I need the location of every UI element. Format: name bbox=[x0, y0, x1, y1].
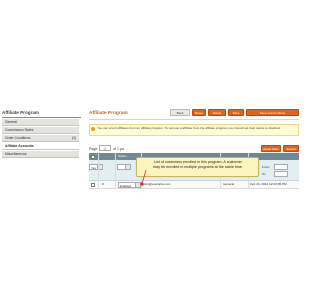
column-divider bbox=[98, 153, 99, 188]
page-number-input[interactable]: 1 bbox=[99, 145, 111, 151]
row-status-value: Enabled bbox=[120, 183, 132, 188]
row-date: Feb 24, 2014 12:23:05 PM bbox=[250, 182, 287, 186]
notice-icon bbox=[91, 127, 95, 131]
callout-text: List of customers enrolled in this progr… bbox=[139, 160, 257, 170]
save-button-label: Save bbox=[232, 111, 240, 115]
date-to-label: To: bbox=[262, 172, 267, 176]
save-and-continue-button[interactable]: Save and Continue bbox=[246, 109, 299, 116]
sidebar-item-order-conditions[interactable]: Order Conditions (1) bbox=[2, 135, 79, 142]
back-button-label: Back bbox=[176, 111, 184, 115]
delete-button[interactable]: Delete bbox=[208, 109, 226, 116]
reset-button[interactable]: Reset bbox=[192, 109, 206, 116]
row-id: 8 bbox=[102, 182, 104, 186]
row-group: General bbox=[223, 182, 235, 186]
select-all-checkbox[interactable] bbox=[91, 154, 95, 159]
date-from-label: From: bbox=[262, 165, 271, 169]
sidebar-title: Affiliate Program bbox=[2, 110, 40, 115]
callout-line: List of customers enrolled in this progr… bbox=[154, 159, 242, 164]
column-header-status[interactable]: Status bbox=[118, 153, 127, 160]
reset-filter-label: Reset Filter bbox=[263, 147, 279, 151]
header-divider bbox=[89, 119, 299, 120]
back-button[interactable]: Back bbox=[170, 109, 190, 116]
sidebar-item-label: General bbox=[5, 120, 18, 124]
notice-text: You can enroll affiliates from an affili… bbox=[97, 125, 281, 130]
date-from-input[interactable] bbox=[274, 164, 288, 170]
sidebar-item-label: Affiliate Accounts bbox=[5, 144, 34, 148]
status-filter-select[interactable] bbox=[117, 164, 131, 170]
sidebar-item-general[interactable]: General bbox=[2, 119, 79, 126]
delete-button-label: Delete bbox=[212, 111, 222, 115]
search-label: Search bbox=[286, 147, 296, 151]
sidebar-item-label: Order Conditions bbox=[5, 136, 31, 140]
pager-label: Page bbox=[89, 147, 98, 151]
sidebar-divider bbox=[2, 117, 81, 118]
callout-arrow-icon bbox=[140, 170, 147, 186]
chevron-down-icon bbox=[125, 165, 130, 169]
date-to-input[interactable] bbox=[274, 171, 288, 177]
row-checkbox[interactable] bbox=[91, 182, 95, 187]
filter-select-value: Yes bbox=[91, 166, 96, 170]
column-divider bbox=[115, 153, 116, 188]
reset-button-label: Reset bbox=[195, 111, 203, 115]
search-button[interactable]: Search bbox=[283, 145, 299, 152]
sidebar-item-commission-rates[interactable]: Commission Rates bbox=[2, 127, 79, 134]
sidebar-item-miscellaneous[interactable]: Miscellaneous bbox=[2, 151, 79, 158]
save-button[interactable]: Save bbox=[228, 109, 244, 116]
sidebar-item-count: (1) bbox=[71, 136, 76, 140]
save-and-continue-label: Save and Continue bbox=[259, 111, 286, 115]
sidebar-item-label: Miscellaneous bbox=[5, 152, 27, 156]
page-title: Affiliate Program bbox=[89, 111, 128, 116]
sidebar-item-affiliate-accounts[interactable]: Affiliate Accounts bbox=[2, 143, 79, 150]
pager-total: of 1 pa bbox=[113, 147, 124, 151]
sidebar-item-label: Commission Rates bbox=[5, 128, 34, 132]
in-program-filter-select[interactable]: Yes bbox=[89, 164, 103, 170]
reset-filter-button[interactable]: Reset Filter bbox=[261, 145, 281, 152]
